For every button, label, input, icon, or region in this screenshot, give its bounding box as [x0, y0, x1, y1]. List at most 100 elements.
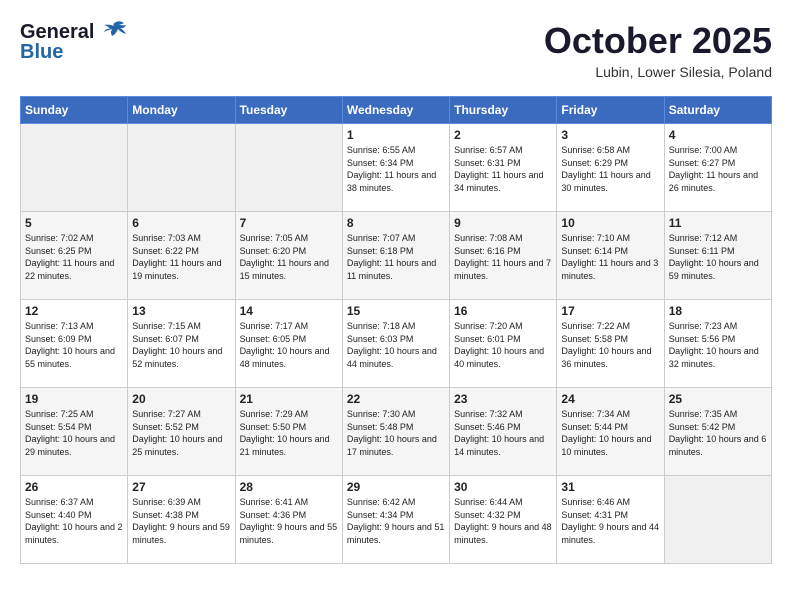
calendar-cell: 21 Sunrise: 7:29 AM Sunset: 5:50 PM Dayl… [235, 388, 342, 476]
calendar-cell: 2 Sunrise: 6:57 AM Sunset: 6:31 PM Dayli… [450, 124, 557, 212]
day-number: 12 [25, 304, 123, 318]
day-number: 29 [347, 480, 445, 494]
cell-info: Sunrise: 7:05 AM Sunset: 6:20 PM Dayligh… [240, 232, 338, 282]
day-number: 13 [132, 304, 230, 318]
logo-bird-icon [102, 20, 130, 38]
day-header-wednesday: Wednesday [342, 97, 449, 124]
cell-info: Sunrise: 7:34 AM Sunset: 5:44 PM Dayligh… [561, 408, 659, 458]
calendar-cell: 8 Sunrise: 7:07 AM Sunset: 6:18 PM Dayli… [342, 212, 449, 300]
calendar-cell: 6 Sunrise: 7:03 AM Sunset: 6:22 PM Dayli… [128, 212, 235, 300]
calendar-cell: 26 Sunrise: 6:37 AM Sunset: 4:40 PM Dayl… [21, 476, 128, 564]
cell-info: Sunrise: 7:03 AM Sunset: 6:22 PM Dayligh… [132, 232, 230, 282]
cell-info: Sunrise: 7:17 AM Sunset: 6:05 PM Dayligh… [240, 320, 338, 370]
week-row-1: 1 Sunrise: 6:55 AM Sunset: 6:34 PM Dayli… [21, 124, 772, 212]
calendar-cell [664, 476, 771, 564]
day-number: 28 [240, 480, 338, 494]
cell-info: Sunrise: 6:57 AM Sunset: 6:31 PM Dayligh… [454, 144, 552, 194]
page-header: General Blue October 2025 Lubin, Lower S… [20, 20, 772, 80]
day-header-saturday: Saturday [664, 97, 771, 124]
calendar-cell: 4 Sunrise: 7:00 AM Sunset: 6:27 PM Dayli… [664, 124, 771, 212]
day-header-monday: Monday [128, 97, 235, 124]
day-number: 25 [669, 392, 767, 406]
calendar-cell: 10 Sunrise: 7:10 AM Sunset: 6:14 PM Dayl… [557, 212, 664, 300]
calendar-cell [235, 124, 342, 212]
day-number: 23 [454, 392, 552, 406]
day-number: 11 [669, 216, 767, 230]
calendar-body: 1 Sunrise: 6:55 AM Sunset: 6:34 PM Dayli… [21, 124, 772, 564]
calendar-cell: 24 Sunrise: 7:34 AM Sunset: 5:44 PM Dayl… [557, 388, 664, 476]
calendar-cell: 17 Sunrise: 7:22 AM Sunset: 5:58 PM Dayl… [557, 300, 664, 388]
day-header-sunday: Sunday [21, 97, 128, 124]
cell-info: Sunrise: 7:25 AM Sunset: 5:54 PM Dayligh… [25, 408, 123, 458]
calendar-cell: 23 Sunrise: 7:32 AM Sunset: 5:46 PM Dayl… [450, 388, 557, 476]
day-number: 16 [454, 304, 552, 318]
calendar-cell: 7 Sunrise: 7:05 AM Sunset: 6:20 PM Dayli… [235, 212, 342, 300]
calendar-cell: 29 Sunrise: 6:42 AM Sunset: 4:34 PM Dayl… [342, 476, 449, 564]
week-row-4: 19 Sunrise: 7:25 AM Sunset: 5:54 PM Dayl… [21, 388, 772, 476]
day-number: 5 [25, 216, 123, 230]
day-number: 6 [132, 216, 230, 230]
day-number: 4 [669, 128, 767, 142]
day-number: 14 [240, 304, 338, 318]
cell-info: Sunrise: 7:08 AM Sunset: 6:16 PM Dayligh… [454, 232, 552, 282]
day-number: 18 [669, 304, 767, 318]
day-number: 8 [347, 216, 445, 230]
day-number: 15 [347, 304, 445, 318]
day-header-tuesday: Tuesday [235, 97, 342, 124]
day-number: 26 [25, 480, 123, 494]
day-number: 17 [561, 304, 659, 318]
location: Lubin, Lower Silesia, Poland [544, 64, 772, 80]
day-number: 10 [561, 216, 659, 230]
day-number: 19 [25, 392, 123, 406]
calendar-cell: 9 Sunrise: 7:08 AM Sunset: 6:16 PM Dayli… [450, 212, 557, 300]
calendar-cell: 31 Sunrise: 6:46 AM Sunset: 4:31 PM Dayl… [557, 476, 664, 564]
cell-info: Sunrise: 7:10 AM Sunset: 6:14 PM Dayligh… [561, 232, 659, 282]
cell-info: Sunrise: 7:07 AM Sunset: 6:18 PM Dayligh… [347, 232, 445, 282]
calendar-header-row: SundayMondayTuesdayWednesdayThursdayFrid… [21, 97, 772, 124]
calendar-cell: 28 Sunrise: 6:41 AM Sunset: 4:36 PM Dayl… [235, 476, 342, 564]
cell-info: Sunrise: 7:32 AM Sunset: 5:46 PM Dayligh… [454, 408, 552, 458]
calendar-cell: 11 Sunrise: 7:12 AM Sunset: 6:11 PM Dayl… [664, 212, 771, 300]
calendar-cell: 13 Sunrise: 7:15 AM Sunset: 6:07 PM Dayl… [128, 300, 235, 388]
cell-info: Sunrise: 6:39 AM Sunset: 4:38 PM Dayligh… [132, 496, 230, 546]
cell-info: Sunrise: 6:41 AM Sunset: 4:36 PM Dayligh… [240, 496, 338, 546]
cell-info: Sunrise: 7:02 AM Sunset: 6:25 PM Dayligh… [25, 232, 123, 282]
day-number: 21 [240, 392, 338, 406]
day-number: 1 [347, 128, 445, 142]
logo: General Blue [20, 20, 130, 64]
logo-blue: Blue [20, 41, 63, 64]
day-number: 7 [240, 216, 338, 230]
day-number: 20 [132, 392, 230, 406]
cell-info: Sunrise: 7:13 AM Sunset: 6:09 PM Dayligh… [25, 320, 123, 370]
calendar-cell: 22 Sunrise: 7:30 AM Sunset: 5:48 PM Dayl… [342, 388, 449, 476]
day-header-thursday: Thursday [450, 97, 557, 124]
day-number: 22 [347, 392, 445, 406]
calendar-cell: 12 Sunrise: 7:13 AM Sunset: 6:09 PM Dayl… [21, 300, 128, 388]
week-row-5: 26 Sunrise: 6:37 AM Sunset: 4:40 PM Dayl… [21, 476, 772, 564]
cell-info: Sunrise: 7:22 AM Sunset: 5:58 PM Dayligh… [561, 320, 659, 370]
cell-info: Sunrise: 7:27 AM Sunset: 5:52 PM Dayligh… [132, 408, 230, 458]
calendar-cell: 14 Sunrise: 7:17 AM Sunset: 6:05 PM Dayl… [235, 300, 342, 388]
calendar-cell: 1 Sunrise: 6:55 AM Sunset: 6:34 PM Dayli… [342, 124, 449, 212]
cell-info: Sunrise: 7:00 AM Sunset: 6:27 PM Dayligh… [669, 144, 767, 194]
day-number: 9 [454, 216, 552, 230]
calendar-cell [21, 124, 128, 212]
cell-info: Sunrise: 6:46 AM Sunset: 4:31 PM Dayligh… [561, 496, 659, 546]
calendar-cell: 18 Sunrise: 7:23 AM Sunset: 5:56 PM Dayl… [664, 300, 771, 388]
cell-info: Sunrise: 6:42 AM Sunset: 4:34 PM Dayligh… [347, 496, 445, 546]
cell-info: Sunrise: 7:12 AM Sunset: 6:11 PM Dayligh… [669, 232, 767, 282]
cell-info: Sunrise: 6:44 AM Sunset: 4:32 PM Dayligh… [454, 496, 552, 546]
title-block: October 2025 Lubin, Lower Silesia, Polan… [544, 20, 772, 80]
cell-info: Sunrise: 6:37 AM Sunset: 4:40 PM Dayligh… [25, 496, 123, 546]
calendar-cell: 30 Sunrise: 6:44 AM Sunset: 4:32 PM Dayl… [450, 476, 557, 564]
cell-info: Sunrise: 7:30 AM Sunset: 5:48 PM Dayligh… [347, 408, 445, 458]
day-number: 2 [454, 128, 552, 142]
week-row-3: 12 Sunrise: 7:13 AM Sunset: 6:09 PM Dayl… [21, 300, 772, 388]
calendar-cell: 5 Sunrise: 7:02 AM Sunset: 6:25 PM Dayli… [21, 212, 128, 300]
day-number: 27 [132, 480, 230, 494]
calendar-cell: 20 Sunrise: 7:27 AM Sunset: 5:52 PM Dayl… [128, 388, 235, 476]
month-title: October 2025 [544, 20, 772, 62]
cell-info: Sunrise: 7:20 AM Sunset: 6:01 PM Dayligh… [454, 320, 552, 370]
cell-info: Sunrise: 7:18 AM Sunset: 6:03 PM Dayligh… [347, 320, 445, 370]
calendar-cell [128, 124, 235, 212]
